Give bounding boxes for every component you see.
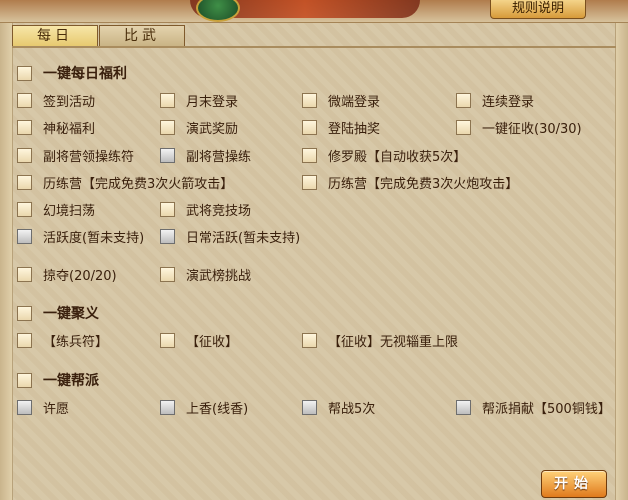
checkbox[interactable] bbox=[17, 119, 32, 135]
option-login-lottery[interactable]: 登陆抽奖 bbox=[302, 117, 380, 137]
right-border bbox=[615, 0, 628, 500]
rules-button[interactable]: 规则说明 bbox=[490, 0, 586, 19]
checkbox[interactable] bbox=[302, 174, 317, 190]
checkbox[interactable] bbox=[160, 201, 175, 217]
option-train-token[interactable]: 【练兵符】 bbox=[17, 330, 108, 350]
option-wish[interactable]: 许愿 bbox=[17, 397, 69, 417]
option-label: 【练兵符】 bbox=[43, 334, 109, 350]
option-one-click-levy[interactable]: 一键征收(30/30) bbox=[456, 117, 582, 137]
checkbox[interactable] bbox=[17, 65, 32, 81]
option-consecutive-login[interactable]: 连续登录 bbox=[456, 90, 534, 110]
option-donate[interactable]: 帮派捐献【500铜钱】 bbox=[456, 397, 611, 417]
option-drill-ranking[interactable]: 演武榜挑战 bbox=[160, 264, 251, 284]
option-label: 日常活跃(暂未支持) bbox=[186, 230, 301, 246]
option-label: 历练营【完成免费3次火箭攻击】 bbox=[43, 176, 234, 192]
group-title: 一键每日福利 bbox=[43, 66, 127, 82]
option-label: 神秘福利 bbox=[43, 121, 96, 137]
option-drill-reward[interactable]: 演武奖励 bbox=[160, 117, 238, 137]
option-label: 微端登录 bbox=[328, 94, 381, 110]
left-border bbox=[0, 0, 13, 500]
gather-group-toggle[interactable]: 一键聚义 bbox=[17, 303, 99, 323]
option-label: 登陆抽奖 bbox=[328, 121, 381, 137]
option-label: 月末登录 bbox=[186, 94, 239, 110]
option-label: 历练营【完成免费3次火炮攻击】 bbox=[328, 176, 519, 192]
option-label: 连续登录 bbox=[482, 94, 535, 110]
tab-divider bbox=[12, 46, 616, 48]
option-label: 【征收】无视辎重上限 bbox=[328, 334, 459, 350]
option-general-arena[interactable]: 武将竞技场 bbox=[160, 199, 251, 219]
option-deputy-camp-drill[interactable]: 副将营操练 bbox=[160, 145, 251, 165]
option-label: 帮战5次 bbox=[328, 401, 376, 417]
checkbox[interactable] bbox=[302, 399, 317, 415]
checkbox[interactable] bbox=[302, 119, 317, 135]
checkbox[interactable] bbox=[456, 92, 471, 108]
checkbox[interactable] bbox=[160, 92, 175, 108]
option-label: 副将营操练 bbox=[186, 149, 252, 165]
checkbox[interactable] bbox=[302, 92, 317, 108]
option-plunder[interactable]: 掠夺(20/20) bbox=[17, 264, 117, 284]
option-mystery-welfare[interactable]: 神秘福利 bbox=[17, 117, 95, 137]
checkbox[interactable] bbox=[17, 372, 32, 388]
checkbox[interactable] bbox=[302, 332, 317, 348]
option-help-war[interactable]: 帮战5次 bbox=[302, 397, 375, 417]
option-levy[interactable]: 【征收】 bbox=[160, 330, 238, 350]
option-label: 上香(线香) bbox=[186, 401, 249, 417]
checkbox[interactable] bbox=[160, 399, 175, 415]
tab-arena[interactable]: 比武 bbox=[99, 25, 185, 48]
group-title: 一键帮派 bbox=[43, 373, 99, 389]
checkbox[interactable] bbox=[160, 119, 175, 135]
option-label: 许愿 bbox=[43, 401, 70, 417]
option-trial-camp-arrow[interactable]: 历练营【完成免费3次火箭攻击】 bbox=[17, 172, 233, 192]
option-label: 一键征收(30/30) bbox=[482, 121, 582, 137]
checkbox[interactable] bbox=[17, 266, 32, 282]
option-weiduan-login[interactable]: 微端登录 bbox=[302, 90, 380, 110]
checkbox[interactable] bbox=[17, 228, 32, 244]
checkbox[interactable] bbox=[160, 266, 175, 282]
option-month-end-login[interactable]: 月末登录 bbox=[160, 90, 238, 110]
checkbox[interactable] bbox=[160, 332, 175, 348]
option-label: 活跃度(暂未支持) bbox=[43, 230, 145, 246]
tab-daily[interactable]: 每日 bbox=[12, 25, 98, 48]
option-activity-level[interactable]: 活跃度(暂未支持) bbox=[17, 226, 144, 246]
option-label: 修罗殿【自动收获5次】 bbox=[328, 149, 467, 165]
option-label: 签到活动 bbox=[43, 94, 96, 110]
option-illusion-sweep[interactable]: 幻境扫荡 bbox=[17, 199, 95, 219]
checkbox[interactable] bbox=[17, 92, 32, 108]
checkbox[interactable] bbox=[17, 399, 32, 415]
option-asura-hall[interactable]: 修罗殿【自动收获5次】 bbox=[302, 145, 466, 165]
checkbox[interactable] bbox=[17, 174, 32, 190]
start-button[interactable]: 开始 bbox=[541, 470, 607, 498]
option-incense[interactable]: 上香(线香) bbox=[160, 397, 248, 417]
option-label: 帮派捐献【500铜钱】 bbox=[482, 401, 611, 417]
option-trial-camp-cannon[interactable]: 历练营【完成免费3次火炮攻击】 bbox=[302, 172, 518, 192]
checkbox[interactable] bbox=[160, 147, 175, 163]
checkbox[interactable] bbox=[17, 147, 32, 163]
group-title: 一键聚义 bbox=[43, 306, 99, 322]
option-deputy-camp-token[interactable]: 副将营领操练符 bbox=[17, 145, 134, 165]
option-label: 副将营领操练符 bbox=[43, 149, 135, 165]
emblem-icon bbox=[196, 0, 240, 22]
option-label: 演武奖励 bbox=[186, 121, 239, 137]
option-label: 幻境扫荡 bbox=[43, 203, 96, 219]
faction-group-toggle[interactable]: 一键帮派 bbox=[17, 370, 99, 390]
option-label: 武将竞技场 bbox=[186, 203, 252, 219]
option-label: 【征收】 bbox=[186, 334, 239, 350]
option-label: 掠夺(20/20) bbox=[43, 268, 117, 284]
option-levy-unlimited[interactable]: 【征收】无视辎重上限 bbox=[302, 330, 458, 350]
option-label: 演武榜挑战 bbox=[186, 268, 252, 284]
checkbox[interactable] bbox=[456, 119, 471, 135]
checkbox[interactable] bbox=[17, 201, 32, 217]
checkbox[interactable] bbox=[160, 228, 175, 244]
daily-welfare-group-toggle[interactable]: 一键每日福利 bbox=[17, 63, 127, 83]
option-daily-activity[interactable]: 日常活跃(暂未支持) bbox=[160, 226, 300, 246]
checkbox[interactable] bbox=[17, 305, 32, 321]
checkbox[interactable] bbox=[17, 332, 32, 348]
option-sign-in[interactable]: 签到活动 bbox=[17, 90, 95, 110]
checkbox[interactable] bbox=[302, 147, 317, 163]
checkbox[interactable] bbox=[456, 399, 471, 415]
